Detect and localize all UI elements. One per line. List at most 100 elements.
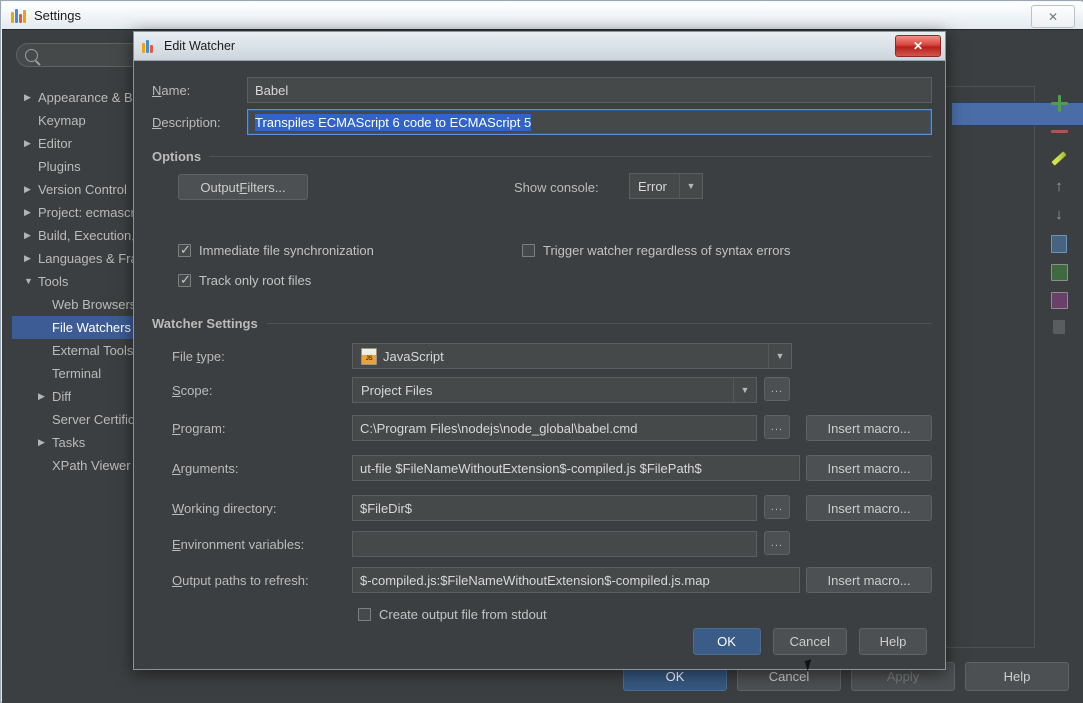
- chevron-down-icon[interactable]: ▼: [733, 378, 756, 402]
- dialog-logo-icon: [142, 39, 157, 54]
- environment-variables-browse-button[interactable]: ...: [764, 531, 790, 555]
- sidebar-item-label: Tools: [38, 274, 69, 289]
- trigger-regardless-checkbox-row[interactable]: Trigger watcher regardless of syntax err…: [522, 243, 790, 258]
- import-icon[interactable]: [1048, 260, 1070, 282]
- chevron-right-icon[interactable]: ▶: [24, 93, 38, 102]
- options-group-title: Options: [152, 149, 202, 164]
- output-filters-mnemonic: F: [239, 179, 248, 195]
- export-icon[interactable]: [1048, 288, 1070, 310]
- arguments-label-mnemonic: A: [172, 461, 181, 476]
- chevron-right-icon[interactable]: ▶: [38, 438, 52, 447]
- name-input-value: Babel: [255, 82, 289, 98]
- file-type-value: JavaScript: [383, 348, 444, 364]
- arguments-input-value: ut-file $FileNameWithoutExtension$-compi…: [360, 460, 702, 476]
- trash-icon[interactable]: [1048, 316, 1070, 338]
- help-button[interactable]: Help: [965, 662, 1069, 691]
- output-filters-post: ilters...: [247, 179, 286, 195]
- scope-browse-button[interactable]: ...: [764, 377, 790, 401]
- show-console-select[interactable]: Error ▼: [629, 173, 703, 199]
- output-paths-label: Output paths to refresh:: [172, 573, 309, 588]
- move-up-icon[interactable]: ↑: [1048, 176, 1070, 198]
- arguments-insert-macro-button[interactable]: Insert macro...: [806, 455, 932, 481]
- working-directory-browse-button[interactable]: ...: [764, 495, 790, 519]
- immediate-sync-checkbox-row[interactable]: Immediate file synchronization: [178, 242, 374, 258]
- settings-window-title: Settings: [34, 8, 81, 23]
- chevron-down-icon[interactable]: ▼: [24, 277, 38, 286]
- file-type-label-pre: File: [172, 349, 197, 364]
- output-paths-label-mnemonic: O: [172, 573, 183, 588]
- watcher-settings-group-rule: [267, 323, 932, 324]
- chevron-right-icon[interactable]: ▶: [24, 208, 38, 217]
- arguments-input[interactable]: ut-file $FileNameWithoutExtension$-compi…: [352, 455, 800, 481]
- dialog-cancel-button[interactable]: Cancel: [772, 628, 847, 655]
- chevron-down-icon[interactable]: ▼: [768, 344, 791, 368]
- dialog-titlebar: Edit Watcher ✕: [134, 32, 945, 61]
- chevron-right-icon[interactable]: ▶: [24, 185, 38, 194]
- sidebar-item-label: Terminal: [52, 366, 102, 381]
- file-type-select[interactable]: JavaScript ▼: [352, 343, 792, 369]
- program-insert-macro-button[interactable]: Insert macro...: [806, 415, 932, 441]
- chevron-right-icon[interactable]: ▶: [24, 254, 38, 263]
- settings-close-button[interactable]: ✕: [1031, 5, 1075, 28]
- dialog-help-button[interactable]: Help: [859, 628, 927, 655]
- chevron-right-icon[interactable]: ▶: [24, 139, 38, 148]
- edit-watcher-dialog: Edit Watcher ✕ Name: Babel Description: …: [133, 31, 946, 670]
- show-console-value: Error: [638, 178, 667, 194]
- working-directory-insert-macro-button[interactable]: Insert macro...: [806, 495, 932, 521]
- edit-icon[interactable]: [1048, 148, 1070, 170]
- create-output-file-label: Create output file from stdout: [379, 607, 547, 622]
- program-browse-button[interactable]: ...: [764, 415, 790, 439]
- working-directory-input[interactable]: $FileDir$: [352, 495, 757, 521]
- dialog-button-bar[interactable]: OK Cancel Help: [692, 628, 927, 655]
- track-root-label: Track only root files: [199, 273, 312, 288]
- sidebar-item-label: Plugins: [38, 159, 81, 174]
- output-filters-pre: Output: [200, 179, 240, 195]
- watcher-settings-group-title: Watcher Settings: [152, 316, 258, 331]
- output-paths-insert-macro-button[interactable]: Insert macro...: [806, 567, 932, 593]
- arguments-label-post: rguments:: [180, 461, 239, 476]
- chevron-right-icon[interactable]: ▶: [38, 392, 52, 401]
- description-input-value: Transpiles ECMAScript 6 code to ECMAScri…: [255, 113, 532, 131]
- dialog-ok-button[interactable]: OK: [692, 628, 761, 655]
- trigger-regardless-checkbox[interactable]: [522, 244, 535, 257]
- track-root-checkbox-row[interactable]: Track only root files: [178, 272, 312, 288]
- dialog-close-button[interactable]: ✕: [895, 35, 941, 57]
- track-root-checkbox[interactable]: [178, 272, 191, 287]
- name-input[interactable]: Babel: [247, 77, 932, 103]
- immediate-sync-checkbox[interactable]: [178, 242, 191, 257]
- description-label: Description:: [152, 115, 221, 130]
- environment-variables-input[interactable]: [352, 531, 757, 557]
- program-input[interactable]: C:\Program Files\nodejs\node_global\babe…: [352, 415, 757, 441]
- description-input[interactable]: Transpiles ECMAScript 6 code to ECMAScri…: [247, 109, 932, 135]
- chevron-down-icon[interactable]: ▼: [679, 174, 702, 198]
- chevron-right-icon[interactable]: ▶: [24, 231, 38, 240]
- show-console-label: Show console:: [514, 180, 599, 195]
- scope-select[interactable]: Project Files ▼: [352, 377, 757, 403]
- sidebar-item-label: File Watchers: [52, 320, 131, 335]
- working-directory-label-post: orking directory:: [184, 501, 277, 516]
- working-directory-label-mnemonic: W: [172, 501, 185, 516]
- environment-variables-label-mnemonic: E: [172, 537, 181, 552]
- program-input-value: C:\Program Files\nodejs\node_global\babe…: [360, 420, 638, 436]
- move-down-icon[interactable]: ↓: [1048, 204, 1070, 226]
- output-filters-button[interactable]: Output Filters...: [178, 174, 308, 200]
- sidebar-item-label: Version Control: [38, 182, 127, 197]
- name-label-rest: ame:: [161, 83, 191, 98]
- sidebar-item-label: External Tools: [52, 343, 134, 358]
- app-logo-icon: [11, 8, 27, 24]
- add-icon[interactable]: [1048, 92, 1070, 114]
- create-output-file-checkbox-row[interactable]: Create output file from stdout: [358, 607, 547, 622]
- dialog-title: Edit Watcher: [164, 39, 236, 53]
- sidebar-item-label: XPath Viewer: [52, 458, 131, 473]
- output-paths-label-post: utput paths to refresh:: [182, 573, 309, 588]
- watchers-toolbar[interactable]: ↑ ↓: [1041, 92, 1077, 338]
- screen: Settings ✕ Tools › File Watchers for cur…: [0, 0, 1083, 703]
- options-group-rule: [209, 156, 932, 157]
- trigger-regardless-label: Trigger watcher regardless of syntax err…: [543, 243, 791, 258]
- output-paths-input[interactable]: $-compiled.js:$FileNameWithoutExtension$…: [352, 567, 800, 593]
- copy-icon[interactable]: [1048, 232, 1070, 254]
- create-output-file-checkbox[interactable]: [358, 608, 371, 621]
- sidebar-item-label: Web Browsers: [52, 297, 137, 312]
- remove-icon[interactable]: [1048, 120, 1070, 142]
- description-label-mnemonic: D: [152, 115, 162, 130]
